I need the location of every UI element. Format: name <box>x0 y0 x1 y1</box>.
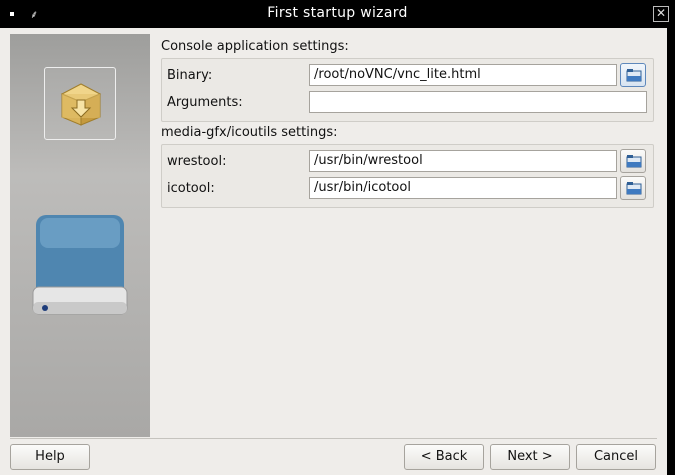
next-button[interactable]: Next > <box>490 444 570 470</box>
wizard-window: ⸙ First startup wizard ✕ Console applica… <box>0 0 675 475</box>
icoutils-settings-heading: media-gfx/icoutils settings: <box>161 125 338 140</box>
window-title: First startup wizard <box>267 5 408 21</box>
icotool-label: icotool: <box>167 181 215 196</box>
close-icon[interactable]: ✕ <box>653 6 669 22</box>
binary-field[interactable]: /root/noVNC/vnc_lite.html <box>309 64 617 86</box>
icotool-browse-button[interactable] <box>620 176 646 200</box>
console-settings-group: Binary: /root/noVNC/vnc_lite.html Argume… <box>161 58 654 122</box>
wrestool-field[interactable]: /usr/bin/wrestool <box>309 150 617 172</box>
wrestool-label: wrestool: <box>167 154 227 169</box>
folder-browse-icon <box>626 69 642 82</box>
package-icon-frame <box>44 67 116 140</box>
hard-drive-icon <box>32 215 128 315</box>
back-button[interactable]: < Back <box>404 444 484 470</box>
cancel-button[interactable]: Cancel <box>576 444 656 470</box>
button-row-divider <box>10 438 657 439</box>
arguments-field[interactable] <box>309 91 647 113</box>
binary-label: Binary: <box>167 68 213 83</box>
wizard-client-area: Console application settings: Binary: /r… <box>0 28 667 475</box>
package-box-icon <box>60 83 102 126</box>
icoutils-settings-group: wrestool: /usr/bin/wrestool icotool: /us… <box>161 144 654 208</box>
icotool-field[interactable]: /usr/bin/icotool <box>309 177 617 199</box>
wizard-sidebar <box>10 34 150 437</box>
console-settings-heading: Console application settings: <box>161 39 349 54</box>
wrestool-browse-button[interactable] <box>620 149 646 173</box>
binary-browse-button[interactable] <box>620 63 646 87</box>
help-button[interactable]: Help <box>10 444 90 470</box>
folder-browse-icon <box>626 182 642 195</box>
folder-browse-icon <box>626 155 642 168</box>
title-bar[interactable]: ⸙ First startup wizard ✕ <box>0 0 675 28</box>
window-right-border <box>667 28 675 475</box>
arguments-label: Arguments: <box>167 95 243 110</box>
